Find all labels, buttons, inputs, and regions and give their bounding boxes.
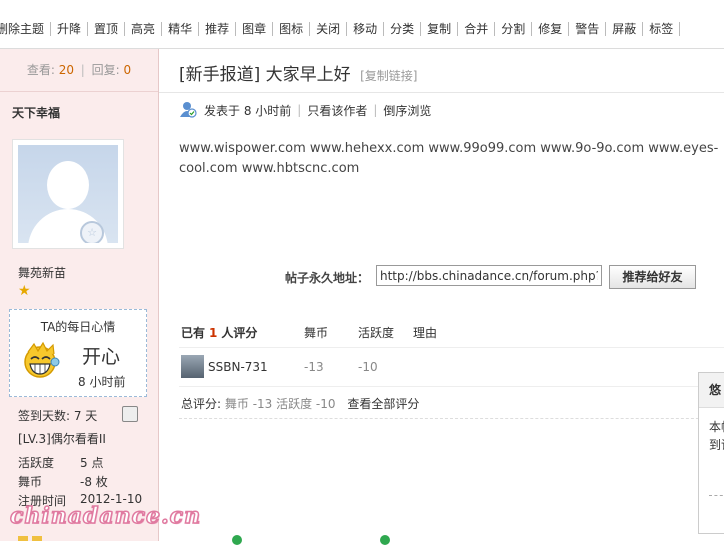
toolbar-item[interactable]: 精华	[162, 22, 200, 36]
mood-text: 开心	[82, 346, 121, 368]
toolbar-item[interactable]: 删除主题	[0, 22, 52, 36]
share-icon[interactable]	[232, 535, 242, 545]
toolbar-item[interactable]: 标签	[643, 22, 681, 36]
toolbar-item[interactable]: 高亮	[125, 22, 163, 36]
rater-name[interactable]: SSBN-731	[208, 360, 268, 374]
popup-header: 悠	[699, 373, 724, 408]
col-activity: 活跃度	[358, 326, 395, 340]
author-sidebar: 查看: 20 | 回复: 0 天下幸福 ☆ 舞苑新苗 ★ TA的每日心情 开心 …	[0, 49, 159, 541]
post-time: 发表于 8 小时前	[204, 103, 292, 118]
toolbar-items: 删除主题 升降 置顶 高亮 精华 推荐 图章 图标 关闭 移动 分类 复制 合并 分割 修复 警告 屏蔽 标签	[0, 22, 681, 36]
daily-mood-box: TA的每日心情 开心 8 小时前	[9, 309, 147, 397]
total-rating: 总评分: 舞币 -13 活跃度 -10 查看全部评分	[181, 395, 419, 412]
popup-line: 本帖	[709, 420, 724, 434]
action-icon	[18, 536, 28, 541]
site-watermark: chinadance.cn	[9, 502, 202, 530]
rating-bottom-divider	[179, 418, 724, 420]
star-icon: ★	[18, 283, 31, 299]
rating-row-divider	[179, 347, 724, 348]
toolbar-item[interactable]: 警告	[569, 22, 607, 36]
views-count: 20	[58, 63, 74, 77]
recommend-button[interactable]: 推荐给好友	[609, 265, 696, 289]
mood-title: TA的每日心情	[40, 320, 116, 334]
cutoff-actions-row	[18, 535, 138, 541]
popup-body: 本帖 到论	[699, 408, 724, 454]
post-meta: 发表于 8 小时前 | 只看该作者 | 倒序浏览	[179, 101, 431, 119]
moderation-toolbar: 删除主题 升降 置顶 高亮 精华 推荐 图章 图标 关闭 移动 分类 复制 合并 分割 修复 警告 屏蔽 标签	[0, 0, 724, 49]
col-reason: 理由	[413, 326, 438, 340]
rater-coins: -13	[304, 360, 324, 374]
replies-count: 0	[123, 63, 132, 77]
thread-title-text: [新手报道] 大家早上好	[179, 65, 351, 85]
mood-time: 8 小时前	[78, 375, 126, 389]
rater-activity: -10	[358, 360, 378, 374]
checkin-level: [LV.3]偶尔看看II	[18, 432, 106, 446]
activity-value: 5 点	[80, 456, 104, 470]
copy-link-button[interactable]: [复制链接]	[360, 69, 417, 83]
share-icon[interactable]	[380, 535, 390, 545]
replies-label: 回复:	[91, 63, 120, 77]
toolbar-item[interactable]: 分类	[384, 22, 422, 36]
reverse-order-link[interactable]: 倒序浏览	[383, 102, 431, 119]
author-avatar-frame[interactable]: ☆	[12, 139, 124, 249]
views-label: 查看:	[26, 63, 55, 77]
author-username[interactable]: 天下幸福	[12, 104, 60, 121]
toolbar-item[interactable]: 移动	[347, 22, 385, 36]
rating-header: 已有 1 人评分	[181, 324, 257, 341]
toolbar-item[interactable]: 升降	[51, 22, 89, 36]
toolbar-item[interactable]: 图标	[273, 22, 311, 36]
only-author-link[interactable]: 只看该作者	[307, 102, 367, 119]
post-content: www.wispower.com www.hehexx.com www.99o9…	[179, 141, 719, 176]
rating-count: 1	[209, 326, 218, 340]
toolbar-item[interactable]: 图章	[236, 22, 274, 36]
checkin-days: 签到天数: 7 天	[18, 409, 98, 423]
col-coins: 舞币	[304, 326, 329, 340]
coins-value: -8 枚	[80, 475, 108, 489]
permalink-label: 帖子永久地址：	[285, 271, 370, 285]
thread-title: [新手报道] 大家早上好 [复制链接]	[179, 60, 417, 85]
toolbar-item[interactable]: 分割	[495, 22, 533, 36]
avatar[interactable]: ☆	[18, 145, 118, 243]
title-divider	[159, 92, 724, 93]
thread-stats: 查看: 20 | 回复: 0	[0, 49, 158, 92]
rating-row-divider	[179, 386, 724, 387]
post-action-icons	[232, 535, 432, 545]
toolbar-item[interactable]: 修复	[532, 22, 570, 36]
rating-suffix: 人评分	[221, 326, 258, 340]
toolbar-item[interactable]: 关闭	[310, 22, 348, 36]
toolbar-item[interactable]: 合并	[458, 22, 496, 36]
toolbar-item[interactable]: 复制	[421, 22, 459, 36]
toolbar-item[interactable]: 置顶	[88, 22, 126, 36]
action-icon	[32, 536, 42, 541]
avatar-head-shape	[47, 161, 89, 209]
avatar-badge-icon: ☆	[80, 221, 104, 243]
activity-label: 活跃度	[18, 456, 55, 470]
permalink-input[interactable]	[376, 265, 602, 286]
coins-row: 舞币 -8 枚	[18, 473, 108, 490]
activity-row: 活跃度 5 点	[18, 454, 103, 471]
toolbar-item[interactable]: 推荐	[199, 22, 237, 36]
send-message-icon[interactable]	[122, 406, 138, 422]
rating-prefix: 已有	[181, 326, 206, 340]
notification-popup: 悠 本帖 到论	[698, 372, 724, 534]
happy-face-icon	[24, 341, 60, 378]
total-values: 舞币 -13 活跃度 -10	[224, 397, 336, 411]
toolbar-item[interactable]: 屏蔽	[606, 22, 644, 36]
view-all-ratings-link[interactable]: 查看全部评分	[347, 397, 419, 411]
popup-line: 到论	[709, 438, 724, 452]
user-group[interactable]: 舞苑新苗	[18, 264, 66, 281]
rater-avatar[interactable]	[181, 355, 204, 378]
meta-separator: |	[297, 103, 302, 117]
coins-label: 舞币	[18, 475, 43, 489]
online-user-icon	[180, 102, 197, 118]
popup-divider	[709, 495, 724, 496]
meta-separator: |	[373, 103, 378, 117]
total-label: 总评分:	[181, 397, 222, 411]
stats-separator: |	[80, 63, 85, 77]
